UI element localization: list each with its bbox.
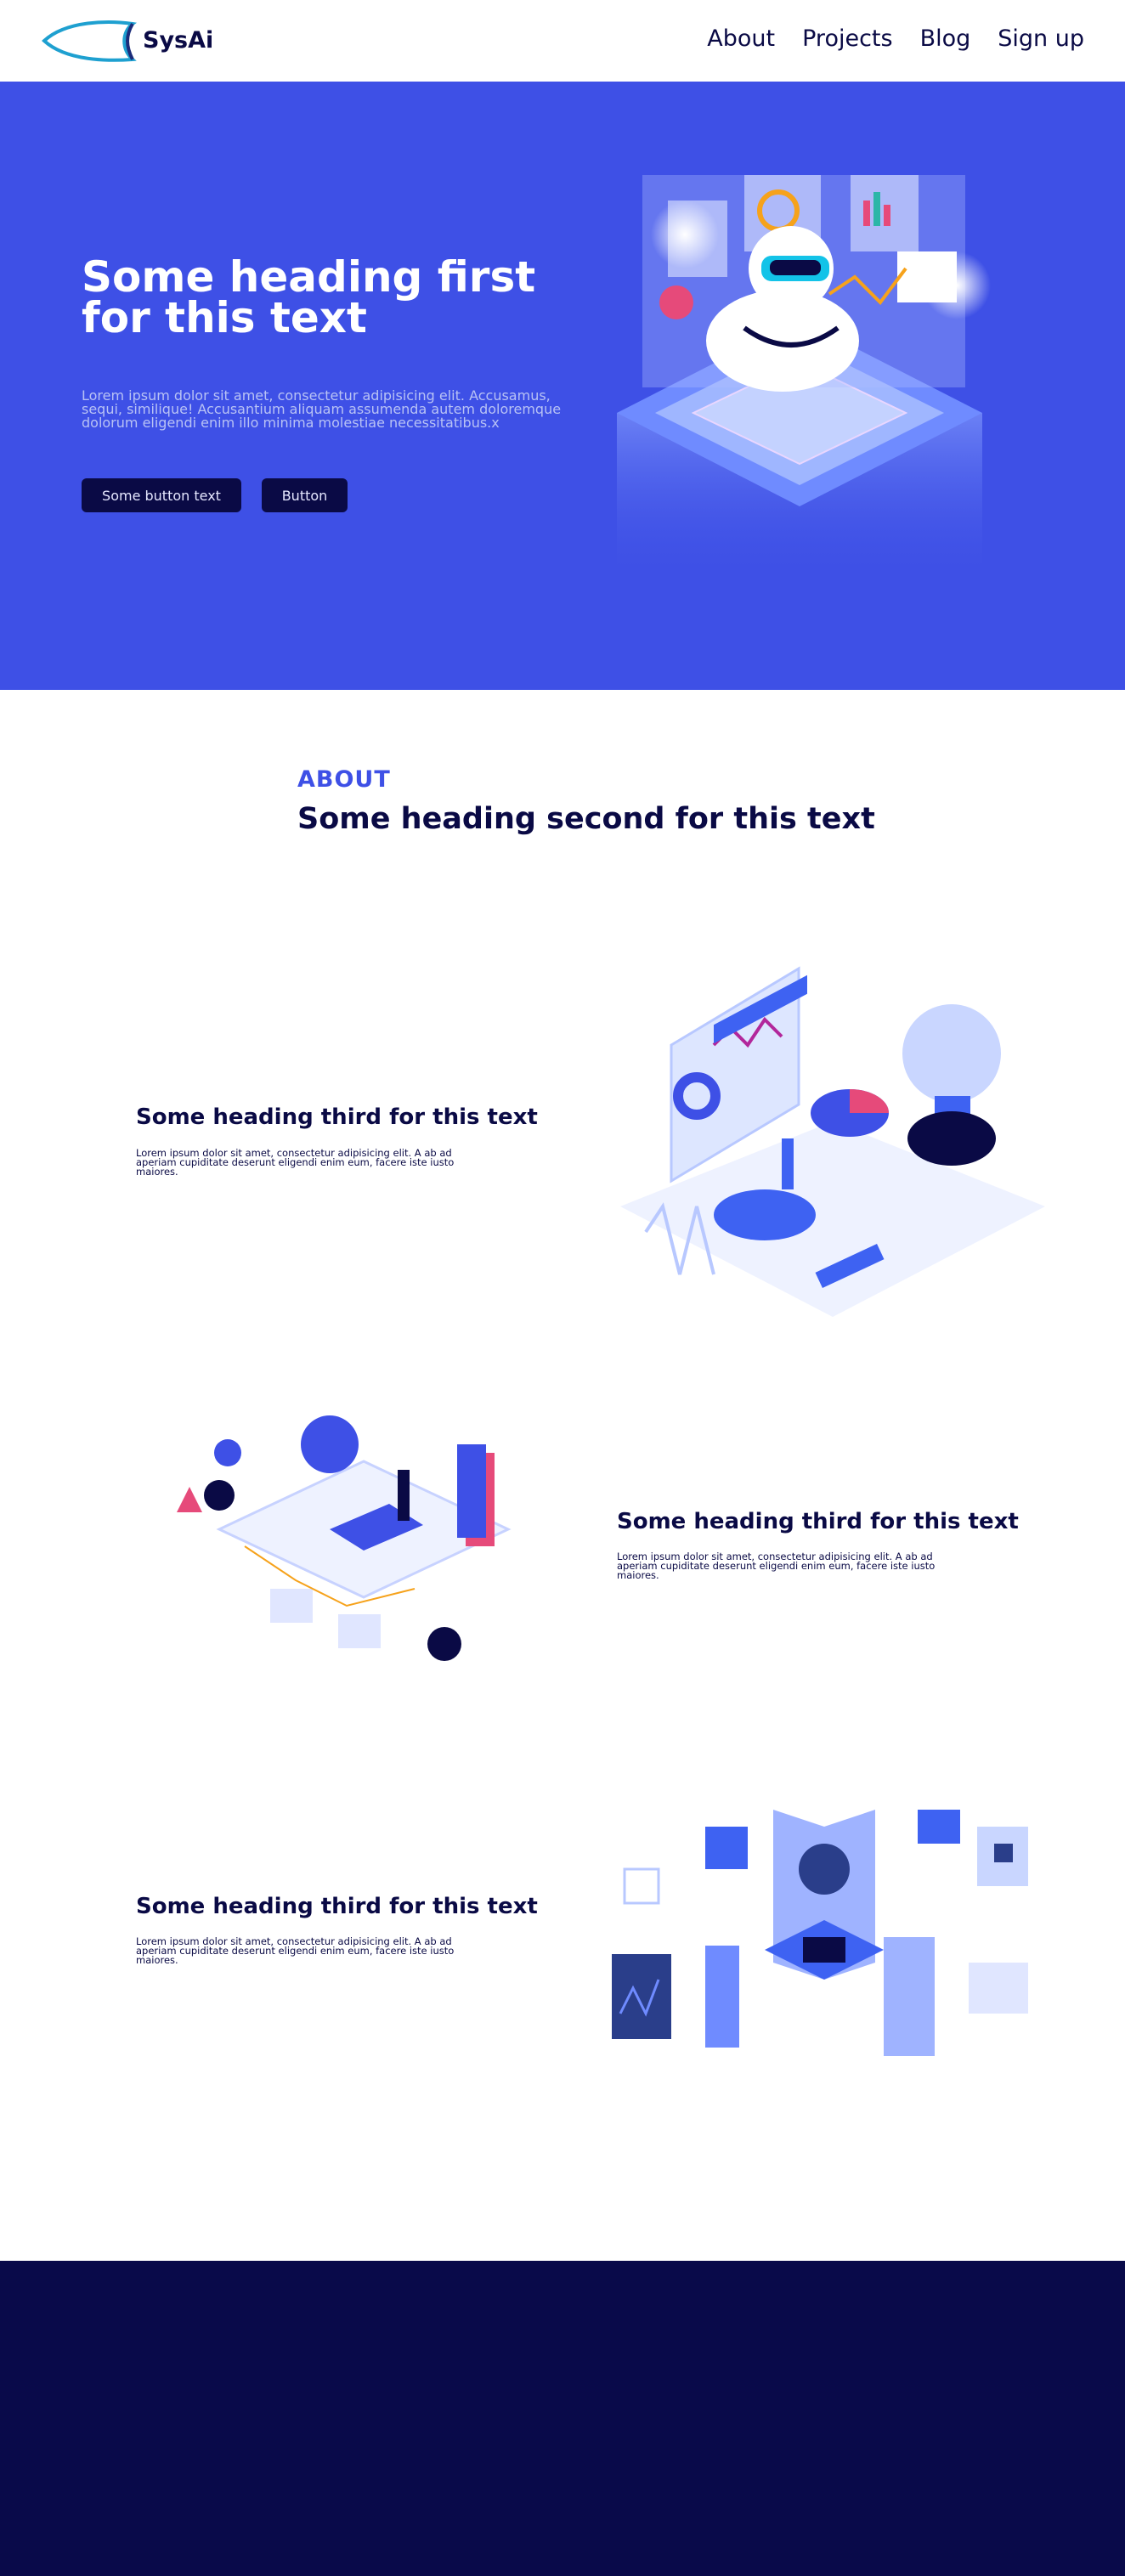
education-illustration: [177, 1415, 512, 1661]
feature-2-text: Lorem ipsum dolor sit amet, consectetur …: [617, 1551, 936, 1581]
about-label: ABOUT: [297, 766, 391, 793]
nav-link-blog[interactable]: Blog: [920, 25, 971, 52]
feature-2-title: Some heading third for this text: [617, 1509, 1019, 1534]
feature-1-text: Lorem ipsum dolor sit amet, consectetur …: [136, 1147, 455, 1178]
hero-title: Some heading first for this text: [82, 252, 536, 342]
navbar: SysAi About Projects Blog Sign up: [0, 0, 1125, 82]
secondary-button[interactable]: Button: [262, 478, 348, 512]
analytics-illustration: [620, 966, 1045, 1317]
primary-button[interactable]: Some button text: [82, 478, 241, 512]
footer: [0, 2261, 1125, 2576]
feature-3-text: Lorem ipsum dolor sit amet, consectetur …: [136, 1935, 455, 1966]
nav-link-signup[interactable]: Sign up: [998, 25, 1084, 52]
nav-link-about[interactable]: About: [707, 25, 775, 52]
robot-illustration: [617, 175, 991, 583]
about-heading: Some heading second for this text: [297, 802, 875, 836]
feature-1-title: Some heading third for this text: [136, 1104, 538, 1130]
nav-links: About Projects Blog Sign up: [707, 25, 1084, 52]
network-illustration: [612, 1810, 1028, 2056]
hero-text: Lorem ipsum dolor sit amet, consectetur …: [82, 387, 562, 431]
fish-logo-icon: [42, 20, 137, 62]
nav-link-projects[interactable]: Projects: [802, 25, 892, 52]
brand-logo[interactable]: SysAi: [41, 17, 213, 65]
hero-section: Some heading first for this text Lorem i…: [0, 82, 1125, 690]
brand-name: SysAi: [143, 27, 214, 54]
feature-3-title: Some heading third for this text: [136, 1894, 538, 1919]
